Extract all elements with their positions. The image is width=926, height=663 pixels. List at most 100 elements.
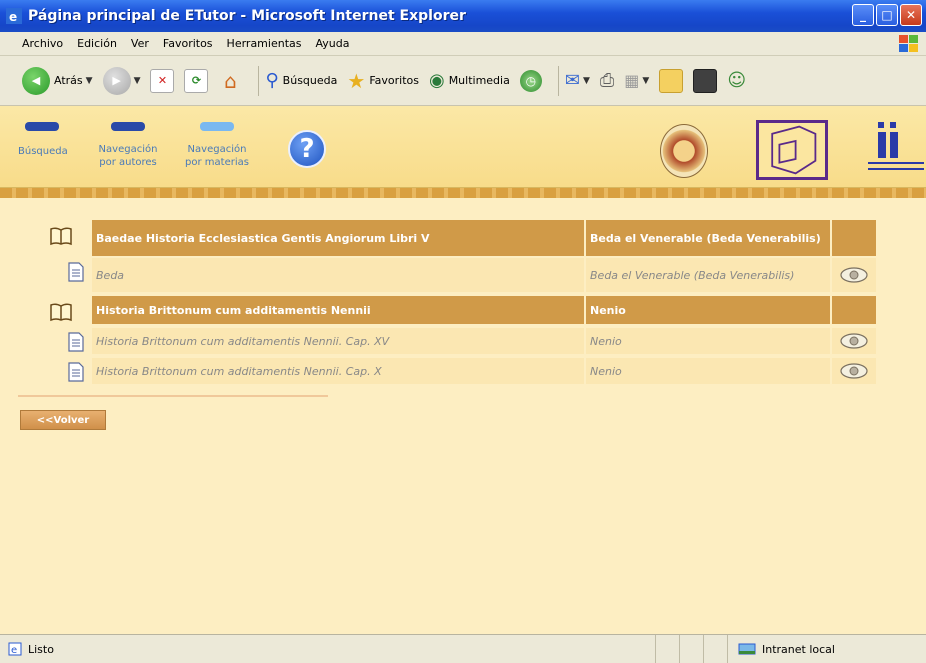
document-title[interactable]: Historia Brittonum cum additamentis Nenn… — [92, 358, 584, 384]
work-row: Baedae Historia Ecclesiastica Gentis Ang… — [92, 220, 876, 256]
window-title: Página principal de ETutor - Microsoft I… — [28, 8, 466, 24]
edit-button[interactable]: ▦ ▼ — [624, 71, 649, 90]
minimize-button[interactable]: _ — [852, 4, 874, 26]
favorites-button[interactable]: ★ Favoritos — [347, 69, 419, 93]
star-icon: ★ — [347, 68, 366, 93]
nav-subjects-label-1: Navegación — [187, 144, 247, 155]
document-row: Historia Brittonum cum additamentis Nenn… — [92, 358, 876, 384]
back-button[interactable]: ◀ Atrás ▼ — [22, 66, 93, 95]
status-bar: e Listo Intranet local — [0, 634, 926, 663]
menu-archivo[interactable]: Archivo — [22, 37, 63, 50]
folder-button[interactable] — [659, 68, 684, 93]
messenger-icon: ☺ — [727, 70, 747, 91]
edit-icon: ▦ — [624, 71, 640, 90]
work-title[interactable]: Baedae Historia Ecclesiastica Gentis Ang… — [92, 220, 584, 256]
university-seal-icon — [660, 124, 708, 178]
document-title[interactable]: Historia Brittonum cum additamentis Nenn… — [92, 328, 584, 354]
refresh-button[interactable]: ⟳ — [184, 68, 209, 93]
stop-button[interactable]: ✕ — [150, 68, 175, 93]
menu-favoritos[interactable]: Favoritos — [163, 37, 213, 50]
research-icon — [693, 68, 718, 93]
department-logo-icon — [868, 122, 924, 170]
nav-search-button[interactable]: Búsqueda — [18, 122, 68, 158]
favorites-label: Favoritos — [369, 74, 419, 87]
maximize-button[interactable]: □ — [876, 4, 898, 26]
forward-dropdown-icon[interactable]: ▼ — [134, 76, 141, 86]
eye-icon[interactable] — [839, 267, 869, 283]
etutor-logo-icon — [756, 120, 828, 180]
menu-ayuda[interactable]: Ayuda — [315, 37, 349, 50]
nav-search-label: Búsqueda — [18, 146, 68, 157]
search-icon: ⚲ — [265, 70, 279, 91]
history-icon: ◷ — [519, 69, 542, 92]
eye-icon[interactable] — [839, 333, 869, 349]
document-title[interactable]: Beda — [92, 258, 584, 292]
ie-icon: e — [6, 8, 22, 24]
back-dropdown-icon[interactable]: ▼ — [86, 76, 93, 86]
document-icon — [68, 362, 84, 382]
view-cell — [832, 258, 876, 292]
work-title[interactable]: Historia Brittonum cum additamentis Nenn… — [92, 296, 584, 324]
nav-subjects-button[interactable]: Navegación por materias — [184, 122, 250, 169]
status-text: Listo — [28, 642, 54, 656]
status-cell — [680, 635, 704, 663]
search-label: Búsqueda — [282, 74, 338, 87]
help-icon[interactable]: ? — [288, 130, 326, 168]
work-author[interactable]: Nenio — [586, 296, 830, 324]
multimedia-icon: ◉ — [428, 70, 445, 91]
nav-authors-label-2: por autores — [99, 157, 157, 168]
mail-dropdown-icon[interactable]: ▼ — [583, 76, 590, 86]
home-button[interactable]: ⌂ — [218, 69, 242, 93]
status-cell — [704, 635, 728, 663]
print-button[interactable]: ⎙ — [600, 70, 614, 91]
work-row: Historia Brittonum cum additamentis Nenn… — [92, 296, 876, 324]
search-button[interactable]: ⚲ Búsqueda — [265, 70, 337, 91]
back-to-list-button[interactable]: <<Volver — [20, 410, 106, 430]
nav-bar-icon — [200, 122, 234, 131]
main-content: Baedae Historia Ecclesiastica Gentis Ang… — [0, 198, 926, 634]
document-author: Nenio — [586, 328, 830, 354]
multimedia-button[interactable]: ◉ Multimedia — [429, 70, 510, 91]
back-arrow-icon: ◀ — [22, 66, 50, 95]
status-left: e Listo — [0, 635, 656, 663]
mail-button[interactable]: ✉ ▼ — [565, 70, 590, 91]
intranet-icon — [738, 643, 756, 655]
status-cell — [656, 635, 680, 663]
close-button[interactable]: ✕ — [900, 4, 922, 26]
document-row: Beda Beda el Venerable (Beda Venerabilis… — [92, 258, 876, 292]
menu-ver[interactable]: Ver — [131, 37, 149, 50]
work-author[interactable]: Beda el Venerable (Beda Venerabilis) — [586, 220, 830, 256]
work-header-empty — [832, 296, 876, 324]
menu-edicion[interactable]: Edición — [77, 37, 117, 50]
nav-authors-button[interactable]: Navegación por autores — [98, 122, 158, 169]
page-status-icon: e — [8, 642, 22, 656]
back-label: Atrás — [54, 74, 83, 87]
content-divider — [18, 395, 328, 397]
history-button[interactable]: ◷ — [519, 69, 542, 92]
view-cell — [832, 358, 876, 384]
toolbar-separator — [557, 65, 559, 96]
window-controls: _ □ ✕ — [852, 4, 922, 26]
toolbar-separator — [258, 65, 260, 96]
research-button[interactable] — [693, 68, 718, 93]
edit-dropdown-icon[interactable]: ▼ — [642, 76, 649, 86]
browser-toolbar: ◀ Atrás ▼ ▶ ▼ ✕ ⟳ ⌂ ⚲ Búsqueda ★ Favorit… — [0, 56, 926, 106]
svg-text:e: e — [9, 10, 17, 24]
security-zone: Intranet local — [728, 642, 835, 656]
nav-bar-icon — [25, 122, 59, 131]
document-icon — [68, 262, 84, 282]
forward-button[interactable]: ▶ ▼ — [102, 66, 141, 95]
eye-icon[interactable] — [839, 363, 869, 379]
book-icon — [50, 303, 72, 322]
menu-herramientas[interactable]: Herramientas — [227, 37, 302, 50]
refresh-icon: ⟳ — [184, 68, 209, 93]
nav-subjects-label-2: por materias — [185, 157, 249, 168]
forward-arrow-icon: ▶ — [102, 66, 131, 95]
folder-icon — [659, 68, 684, 93]
header-stripe — [0, 188, 926, 198]
view-cell — [832, 328, 876, 354]
home-icon: ⌂ — [224, 68, 237, 93]
messenger-button[interactable]: ☺ — [727, 70, 746, 91]
multimedia-label: Multimedia — [448, 74, 510, 87]
document-row: Historia Brittonum cum additamentis Nenn… — [92, 328, 876, 354]
